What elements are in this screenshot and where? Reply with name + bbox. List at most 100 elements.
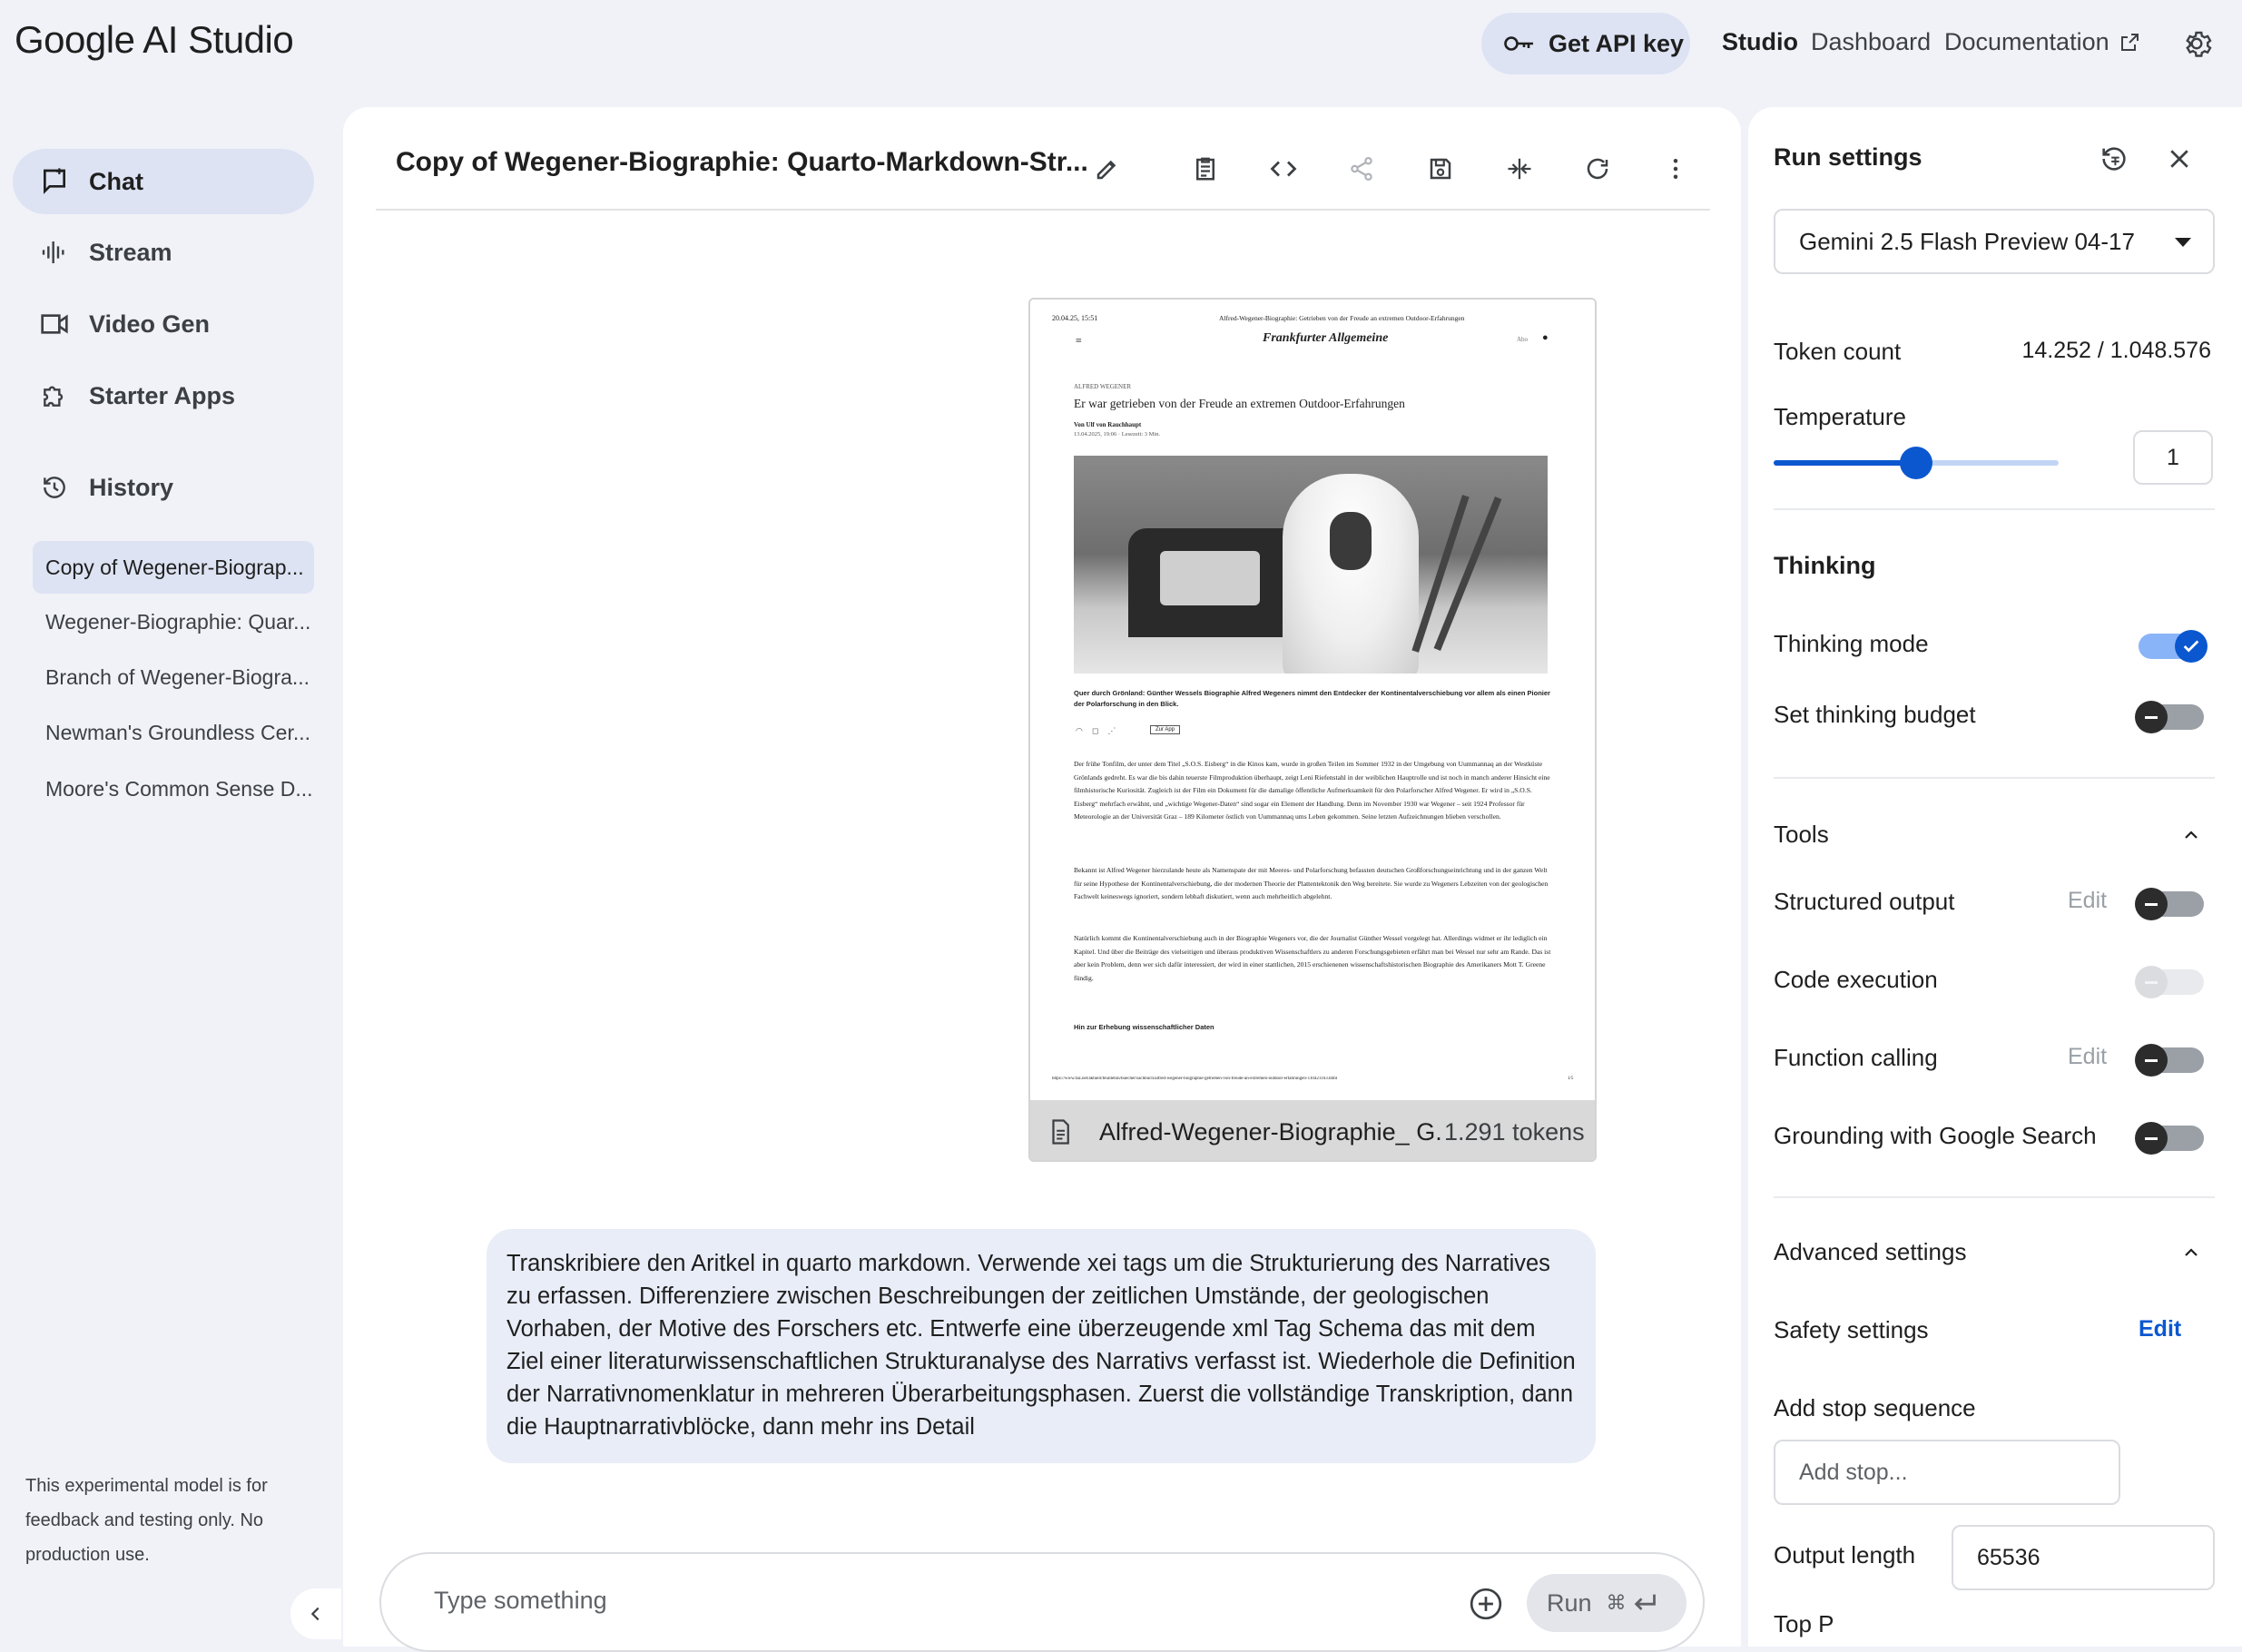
experimental-disclaimer: This experimental model is for feedback … bbox=[25, 1476, 268, 1565]
structured-output-toggle[interactable] bbox=[2135, 888, 2204, 920]
pdf-url: https://www.faz.net/aktuell/feuilleton/b… bbox=[1052, 1077, 1338, 1081]
sidebar-item-stream[interactable]: Stream bbox=[13, 220, 314, 285]
pdf-action-icons: ◠◻⋰ bbox=[1076, 726, 1126, 735]
pdf-author: Von Ulf von Rauchhaupt bbox=[1074, 421, 1142, 428]
thinking-mode-label: Thinking mode bbox=[1774, 630, 1929, 657]
chat-title[interactable]: Copy of Wegener-Biographie: Quarto-Markd… bbox=[396, 147, 1088, 178]
temperature-input[interactable]: 1 bbox=[2133, 430, 2213, 485]
prompt-input-box[interactable]: Type something Run ⌘ bbox=[379, 1552, 1705, 1652]
refresh-icon[interactable] bbox=[1579, 151, 1616, 187]
token-count-label: Token count bbox=[1774, 338, 1902, 365]
puzzle-icon bbox=[40, 381, 69, 410]
pdf-paragraph: Natürlich kommt die Kontinentalverschieb… bbox=[1074, 934, 1551, 982]
more-vert-icon[interactable] bbox=[1657, 151, 1694, 187]
structured-output-edit[interactable]: Edit bbox=[2068, 888, 2107, 914]
dropdown-arrow-icon bbox=[2175, 238, 2191, 247]
get-api-key-button[interactable]: Get API key bbox=[1481, 13, 1690, 74]
sidebar-item-label: Chat bbox=[89, 167, 143, 195]
chat-panel: Copy of Wegener-Biographie: Quarto-Markd… bbox=[343, 107, 1741, 1652]
toggle-knob bbox=[2135, 1122, 2168, 1155]
history-icon bbox=[40, 473, 69, 502]
user-icon: ● bbox=[1542, 332, 1549, 343]
sidebar-item-label: Video Gen bbox=[89, 310, 211, 338]
external-link-icon bbox=[2119, 32, 2140, 54]
model-select[interactable]: Gemini 2.5 Flash Preview 04-17 bbox=[1774, 209, 2215, 274]
nav-dashboard[interactable]: Dashboard bbox=[1811, 28, 1931, 56]
reset-settings-icon[interactable] bbox=[2099, 143, 2129, 174]
token-count-value: 14.252 / 1.048.576 bbox=[2021, 338, 2211, 363]
pdf-kicker: ALFRED WEGENER bbox=[1074, 383, 1132, 390]
structured-output-label: Structured output bbox=[1774, 888, 1955, 915]
pdf-photo bbox=[1074, 456, 1548, 674]
share-icon[interactable] bbox=[1343, 151, 1380, 187]
nav-documentation[interactable]: Documentation bbox=[1944, 28, 2140, 56]
function-calling-toggle[interactable] bbox=[2135, 1044, 2204, 1077]
output-length-input[interactable]: 65536 bbox=[1952, 1525, 2215, 1590]
model-select-value: Gemini 2.5 Flash Preview 04-17 bbox=[1799, 227, 2135, 255]
collapse-sidebar-button[interactable] bbox=[290, 1588, 341, 1639]
attachment-filename: Alfred-Wegener-Biographie_ G... bbox=[1099, 1117, 1444, 1146]
chevron-up-icon[interactable] bbox=[2180, 1242, 2202, 1264]
code-execution-label: Code execution bbox=[1774, 966, 1938, 993]
run-label: Run bbox=[1547, 1588, 1592, 1617]
sidebar-item-history[interactable]: History bbox=[13, 455, 314, 520]
document-icon bbox=[1047, 1118, 1074, 1146]
sidebar-item-starter-apps[interactable]: Starter Apps bbox=[13, 363, 314, 428]
temperature-slider[interactable] bbox=[1774, 447, 2059, 479]
sidebar-item-label: History bbox=[89, 473, 174, 501]
chat-icon bbox=[40, 167, 69, 196]
history-item[interactable]: Branch of Wegener-Biogra... bbox=[33, 651, 314, 703]
pdf-page-preview: 20.04.25, 15:51 Alfred-Wegener-Biographi… bbox=[1030, 300, 1595, 1100]
top-bar: Google AI Studio Get API key Studio Dash… bbox=[0, 0, 2242, 91]
get-api-key-label: Get API key bbox=[1549, 29, 1685, 57]
temperature-label: Temperature bbox=[1774, 403, 1906, 430]
history-item[interactable]: Moore's Common Sense D... bbox=[33, 762, 314, 815]
pdf-date: 20.04.25, 15:51 bbox=[1052, 314, 1098, 322]
history-item[interactable]: Copy of Wegener-Biograp... bbox=[33, 541, 314, 594]
run-button[interactable]: Run ⌘ bbox=[1527, 1574, 1686, 1632]
safety-settings-edit[interactable]: Edit bbox=[2139, 1316, 2181, 1342]
output-length-label: Output length bbox=[1774, 1541, 1916, 1568]
thinking-budget-label: Set thinking budget bbox=[1774, 701, 1976, 728]
tools-section-title: Tools bbox=[1774, 821, 1829, 848]
pdf-attachment-card[interactable]: 20.04.25, 15:51 Alfred-Wegener-Biographi… bbox=[1028, 298, 1597, 1162]
thinking-budget-toggle[interactable] bbox=[2135, 701, 2204, 733]
checkmark-icon bbox=[2175, 630, 2208, 663]
run-settings-title: Run settings bbox=[1774, 143, 1922, 171]
nav-studio[interactable]: Studio bbox=[1722, 28, 1798, 56]
app-logo[interactable]: Google AI Studio bbox=[15, 18, 294, 62]
divider bbox=[1774, 777, 2215, 779]
run-shortcut: ⌘ bbox=[1607, 1591, 1657, 1615]
code-execution-toggle[interactable] bbox=[2135, 966, 2204, 998]
grounding-toggle[interactable] bbox=[2135, 1122, 2204, 1155]
stop-sequence-input[interactable]: Add stop... bbox=[1774, 1440, 2120, 1505]
prompt-input[interactable]: Type something bbox=[434, 1587, 607, 1615]
sidebar-item-chat[interactable]: Chat bbox=[13, 149, 314, 214]
slider-thumb[interactable] bbox=[1900, 447, 1932, 479]
function-calling-edit[interactable]: Edit bbox=[2068, 1044, 2107, 1070]
thinking-mode-toggle[interactable] bbox=[2139, 630, 2208, 663]
attachment-footer: Alfred-Wegener-Biographie_ G... 1.291 to… bbox=[1030, 1100, 1595, 1160]
history-item[interactable]: Newman's Groundless Cer... bbox=[33, 706, 314, 759]
settings-gear-icon[interactable] bbox=[2180, 27, 2213, 60]
pdf-meta: 13.04.2025, 19:06 · Lesezeit: 3 Min. bbox=[1074, 431, 1161, 438]
toolbar-divider bbox=[376, 209, 1710, 211]
toggle-knob bbox=[2135, 1044, 2168, 1077]
add-attachment-icon[interactable] bbox=[1469, 1587, 1503, 1621]
sidebar-item-video-gen[interactable]: Video Gen bbox=[13, 291, 314, 357]
edit-title-pencil-icon[interactable] bbox=[1089, 151, 1126, 187]
divider bbox=[1774, 508, 2215, 510]
chevron-up-icon[interactable] bbox=[2180, 824, 2202, 846]
save-icon[interactable] bbox=[1422, 151, 1459, 187]
run-settings-panel: Run settings Gemini 2.5 Flash Preview 04… bbox=[1748, 107, 2242, 1647]
close-icon[interactable] bbox=[2166, 145, 2193, 172]
history-item[interactable]: Wegener-Biographie: Quar... bbox=[33, 595, 314, 648]
toggle-knob bbox=[2135, 966, 2168, 998]
attachment-token-count: 1.291 tokens bbox=[1444, 1117, 1585, 1146]
clipboard-icon[interactable] bbox=[1187, 151, 1224, 187]
pdf-headline: Er war getrieben von der Freude an extre… bbox=[1074, 397, 1405, 410]
enter-icon bbox=[1634, 1594, 1656, 1610]
code-icon[interactable] bbox=[1265, 151, 1302, 187]
compare-icon[interactable] bbox=[1501, 151, 1538, 187]
video-icon bbox=[40, 310, 69, 339]
